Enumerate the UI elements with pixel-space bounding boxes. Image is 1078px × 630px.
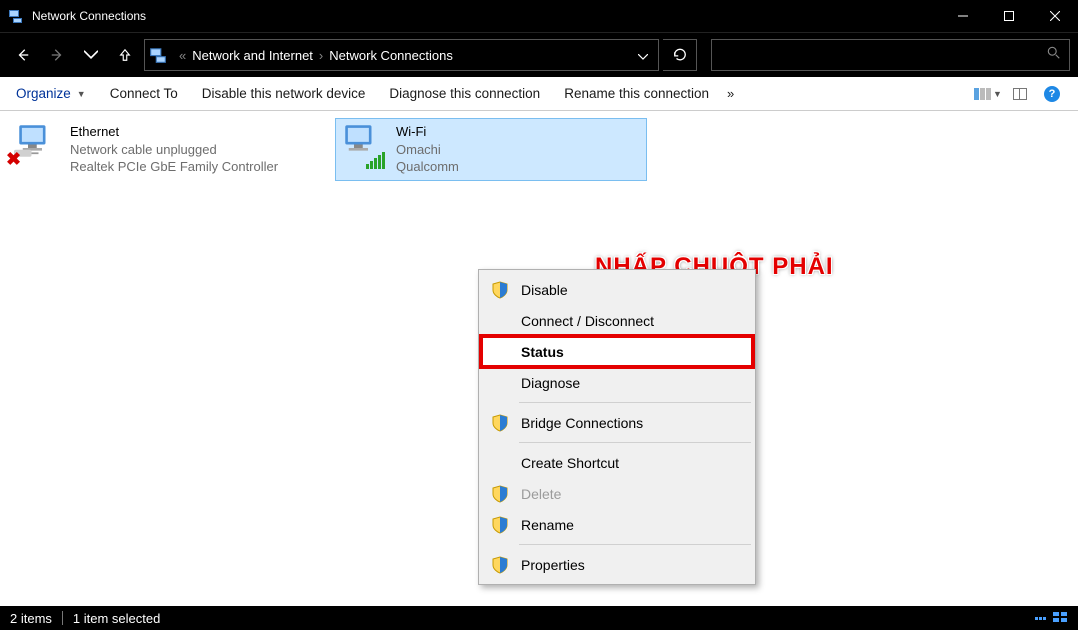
forward-button[interactable] <box>42 40 72 70</box>
up-button[interactable] <box>110 40 140 70</box>
chevron-left-icon[interactable]: « <box>179 48 186 63</box>
organize-menu[interactable]: Organize▼ <box>10 82 98 105</box>
shield-icon <box>491 516 509 534</box>
network-icon <box>8 8 24 24</box>
menu-diagnose[interactable]: Diagnose <box>481 367 753 398</box>
menu-bridge[interactable]: Bridge Connections <box>481 407 753 438</box>
rename-button[interactable]: Rename this connection <box>552 82 721 105</box>
signal-bars-icon <box>366 152 385 169</box>
menu-delete: Delete <box>481 478 753 509</box>
toolbar-overflow[interactable]: » <box>721 86 740 101</box>
status-selection-count: 1 item selected <box>73 611 160 626</box>
chevron-down-icon: ▼ <box>993 89 1002 99</box>
ethernet-adapter-icon: ✖ <box>14 123 62 171</box>
breadcrumb-part[interactable]: Network and Internet <box>192 48 313 63</box>
back-button[interactable] <box>8 40 38 70</box>
menu-connect-disconnect[interactable]: Connect / Disconnect <box>481 305 753 336</box>
help-button[interactable]: ? <box>1038 81 1066 107</box>
preview-pane-button[interactable] <box>1006 81 1034 107</box>
search-input[interactable] <box>711 39 1070 71</box>
menu-separator <box>519 402 751 403</box>
chevron-down-icon: ▼ <box>77 89 86 99</box>
menu-separator <box>519 442 751 443</box>
disable-device-button[interactable]: Disable this network device <box>190 82 378 105</box>
nav-bar: « Network and Internet › Network Connect… <box>0 32 1078 77</box>
menu-create-shortcut[interactable]: Create Shortcut <box>481 447 753 478</box>
view-details-button[interactable] <box>1035 617 1046 620</box>
connection-item-wifi[interactable]: Wi-Fi Omachi Qualcomm <box>336 119 646 180</box>
status-item-count: 2 items <box>10 611 52 626</box>
network-icon <box>149 46 167 64</box>
connection-name: Ethernet <box>70 123 278 141</box>
connection-status: Omachi <box>396 141 459 159</box>
connection-name: Wi-Fi <box>396 123 459 141</box>
close-button[interactable] <box>1032 0 1078 32</box>
breadcrumb-part[interactable]: Network Connections <box>329 48 453 63</box>
window-title: Network Connections <box>32 9 940 23</box>
shield-icon <box>491 414 509 432</box>
breadcrumb[interactable]: « Network and Internet › Network Connect… <box>144 39 659 71</box>
shield-icon <box>491 485 509 503</box>
minimize-button[interactable] <box>940 0 986 32</box>
content-area: ✖ Ethernet Network cable unplugged Realt… <box>0 111 1078 606</box>
disconnect-x-icon: ✖ <box>6 147 21 171</box>
connection-adapter: Realtek PCIe GbE Family Controller <box>70 158 278 176</box>
search-icon <box>1047 46 1061 65</box>
menu-status[interactable]: Status <box>481 336 753 367</box>
maximize-button[interactable] <box>986 0 1032 32</box>
breadcrumb-dropdown[interactable] <box>628 48 658 63</box>
view-large-icons-button[interactable] <box>1052 611 1068 626</box>
menu-separator <box>519 544 751 545</box>
shield-icon <box>491 281 509 299</box>
view-layout-button[interactable]: ▼ <box>974 81 1002 107</box>
connection-adapter: Qualcomm <box>396 158 459 176</box>
diagnose-button[interactable]: Diagnose this connection <box>377 82 552 105</box>
refresh-button[interactable] <box>663 39 697 71</box>
shield-icon <box>491 556 509 574</box>
connection-item-ethernet[interactable]: ✖ Ethernet Network cable unplugged Realt… <box>10 119 320 180</box>
chevron-right-icon: › <box>319 48 323 63</box>
title-bar: Network Connections <box>0 0 1078 32</box>
toolbar: Organize▼ Connect To Disable this networ… <box>0 77 1078 111</box>
menu-rename[interactable]: Rename <box>481 509 753 540</box>
connect-to-button[interactable]: Connect To <box>98 82 190 105</box>
status-bar: 2 items 1 item selected <box>0 606 1078 630</box>
menu-properties[interactable]: Properties <box>481 549 753 580</box>
menu-disable[interactable]: Disable <box>481 274 753 305</box>
context-menu: Disable Connect / Disconnect Status Diag… <box>478 269 756 585</box>
connection-status: Network cable unplugged <box>70 141 278 159</box>
recent-dropdown[interactable] <box>76 40 106 70</box>
wifi-adapter-icon <box>340 123 388 171</box>
